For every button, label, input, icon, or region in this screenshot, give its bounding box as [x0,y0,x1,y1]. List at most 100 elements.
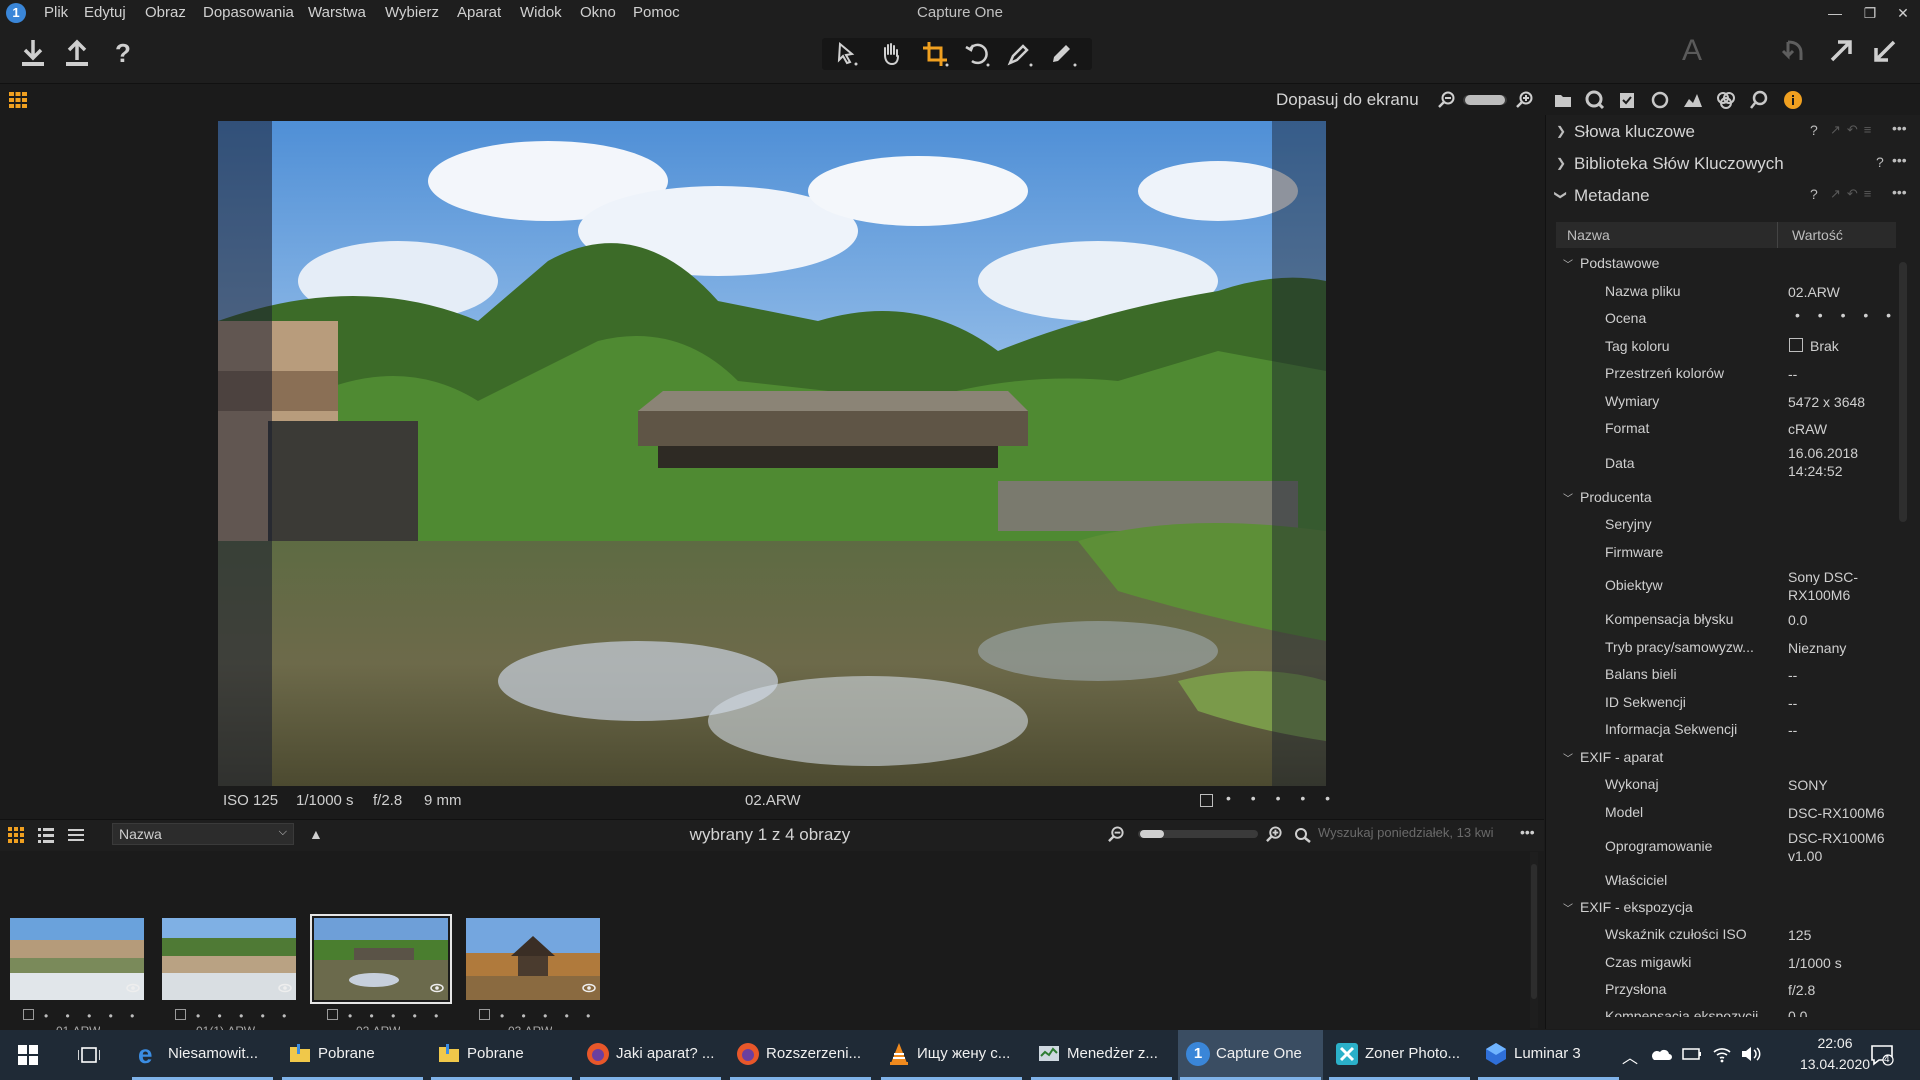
task-view-icon[interactable] [78,1045,100,1065]
keywords-tools[interactable]: ↗↶≡ [1830,122,1877,138]
menu-plik[interactable]: Plik [44,4,68,21]
import-icon[interactable] [16,36,50,70]
keywords-help-icon[interactable]: ? [1810,122,1818,138]
color-tab-icon[interactable] [1650,90,1670,110]
meta-rating[interactable]: • • • • • [1795,306,1898,324]
details-tab-icon[interactable] [1716,90,1736,110]
group-exif-camera[interactable]: EXIF - aparat [1580,749,1663,765]
thumbnail-rating[interactable]: • • • • • [44,1009,141,1023]
chevron-down-icon[interactable]: ﹀ [1563,900,1573,915]
thumbnail-02[interactable] [310,914,452,1004]
thumbnail-01[interactable] [10,918,144,1000]
wifi-icon[interactable] [1712,1045,1732,1063]
metadata-tools[interactable]: ↗↶≡ [1830,186,1877,202]
thumb-size-large-icon[interactable] [1266,826,1283,843]
exposure-tab-icon[interactable] [1683,90,1703,110]
star-rating[interactable]: • • • • • [1226,790,1338,806]
battery-icon[interactable] [1682,1047,1702,1061]
thumb-size-small-icon[interactable] [1108,826,1125,843]
thumbnail-checkbox[interactable] [175,1009,186,1020]
browser-scrollbar[interactable] [1530,852,1538,1028]
undo-icon[interactable] [1778,36,1808,66]
pan-tool-icon[interactable] [876,39,906,69]
menu-edytuj[interactable]: Edytuj [84,4,126,21]
thumbnail-03[interactable] [466,918,600,1000]
list-view-icon[interactable] [38,827,54,843]
keyword-library-more-icon[interactable]: ••• [1892,152,1907,168]
chevron-right-icon[interactable]: ❯ [1556,124,1566,138]
metadata-section-title[interactable]: Metadane [1574,186,1650,206]
taskbar-edge[interactable]: e Niesamowit... [130,1030,275,1080]
copy-adjustments-icon[interactable] [1870,36,1900,66]
taskbar-clock[interactable]: 22:06 13.04.2020 [1790,1033,1880,1075]
export-icon[interactable] [60,36,94,70]
crop-tool-icon[interactable] [920,39,950,69]
thumbnail-01-1[interactable] [162,918,296,1000]
chevron-down-icon[interactable]: ﹀ [1563,256,1573,271]
metadata-scrollbar[interactable] [1898,252,1908,1022]
keywords-more-icon[interactable]: ••• [1892,120,1907,136]
capture-tab-icon[interactable] [1585,90,1605,110]
color-tag-box[interactable] [1789,338,1803,352]
menu-pomoc[interactable]: Pomoc [633,4,680,21]
zoom-in-icon[interactable] [1516,91,1534,109]
column-divider[interactable] [1777,222,1778,248]
zoom-fit-label[interactable]: Dopasuj do ekranu [1276,90,1419,110]
lens-tab-icon[interactable] [1617,90,1637,110]
tray-expand-icon[interactable]: ︿ [1622,1044,1638,1068]
taskbar-zoner[interactable]: Zoner Photo... [1327,1030,1472,1080]
taskbar-firefox-1[interactable]: Jaki aparat? ... [578,1030,723,1080]
windows-start-icon[interactable] [18,1045,38,1065]
select-tool-icon[interactable] [832,39,862,69]
metadata-help-icon[interactable]: ? [1810,186,1818,202]
zoom-slider[interactable] [1465,95,1505,105]
metadata-tab-icon[interactable] [1783,90,1803,110]
zoom-out-icon[interactable] [1438,91,1456,109]
text-tool-icon[interactable]: A [1682,34,1716,68]
notifications-icon[interactable] [1870,1044,1894,1066]
taskbar-capture-one[interactable]: 1 Capture One [1178,1030,1323,1080]
chevron-down-icon[interactable]: ﹀ [1563,750,1573,765]
metadata-more-icon[interactable]: ••• [1892,184,1907,200]
app-logo-icon[interactable]: 1 [6,3,26,23]
taskbar-explorer-2[interactable]: Pobrane [429,1030,574,1080]
close-button[interactable]: ✕ [1888,2,1918,24]
rotate-tool-icon[interactable] [962,39,992,69]
group-exif-exposure[interactable]: EXIF - ekspozycja [1580,899,1693,915]
taskbar-task-manager[interactable]: Menedżer z... [1029,1030,1174,1080]
adjustments-tab-icon[interactable] [1749,90,1769,110]
taskbar-explorer-1[interactable]: Pobrane [280,1030,425,1080]
column-name[interactable]: Nazwa [1567,227,1610,243]
thumb-size-slider[interactable] [1140,830,1164,838]
taskbar-vlc[interactable]: Ищу жену с... [879,1030,1024,1080]
filmstrip-view-icon[interactable] [68,827,84,843]
menu-obraz[interactable]: Obraz [145,4,186,21]
menu-warstwa[interactable]: Warstwa [308,4,366,21]
apply-icon[interactable] [1826,36,1856,66]
menu-wybierz[interactable]: Wybierz [385,4,439,21]
main-photo[interactable] [218,121,1326,786]
picker-tool-icon[interactable] [1004,39,1034,69]
meta-value[interactable]: Brak [1810,337,1839,355]
help-button[interactable]: ? [106,36,140,70]
chevron-down-icon[interactable]: ❯ [1554,190,1568,200]
menu-dopasowania[interactable]: Dopasowania [203,4,294,21]
menu-widok[interactable]: Widok [520,4,562,21]
chevron-right-icon[interactable]: ❯ [1556,156,1566,170]
keyword-library-section-title[interactable]: Biblioteka Słów Kluczowych [1574,154,1784,174]
sort-direction-icon[interactable]: ▲ [309,826,323,842]
meta-value[interactable]: 02.ARW [1788,283,1840,301]
thumbnail-checkbox[interactable] [479,1009,490,1020]
thumbnail-rating[interactable]: • • • • • [196,1009,293,1023]
thumbnail-rating[interactable]: • • • • • [348,1009,445,1023]
menu-okno[interactable]: Okno [580,4,616,21]
group-basic[interactable]: Podstawowe [1580,255,1659,271]
search-input[interactable]: Wyszukaj poniedziałek, 13 kwi [1318,825,1518,840]
column-value[interactable]: Wartość [1792,227,1843,243]
thumbnail-rating[interactable]: • • • • • [500,1009,597,1023]
library-tab-icon[interactable] [1553,90,1573,110]
chevron-down-icon[interactable]: ﹀ [1563,490,1573,505]
grid-view-icon[interactable] [8,827,24,843]
minimize-button[interactable]: — [1820,2,1850,24]
search-icon[interactable] [1294,827,1312,843]
